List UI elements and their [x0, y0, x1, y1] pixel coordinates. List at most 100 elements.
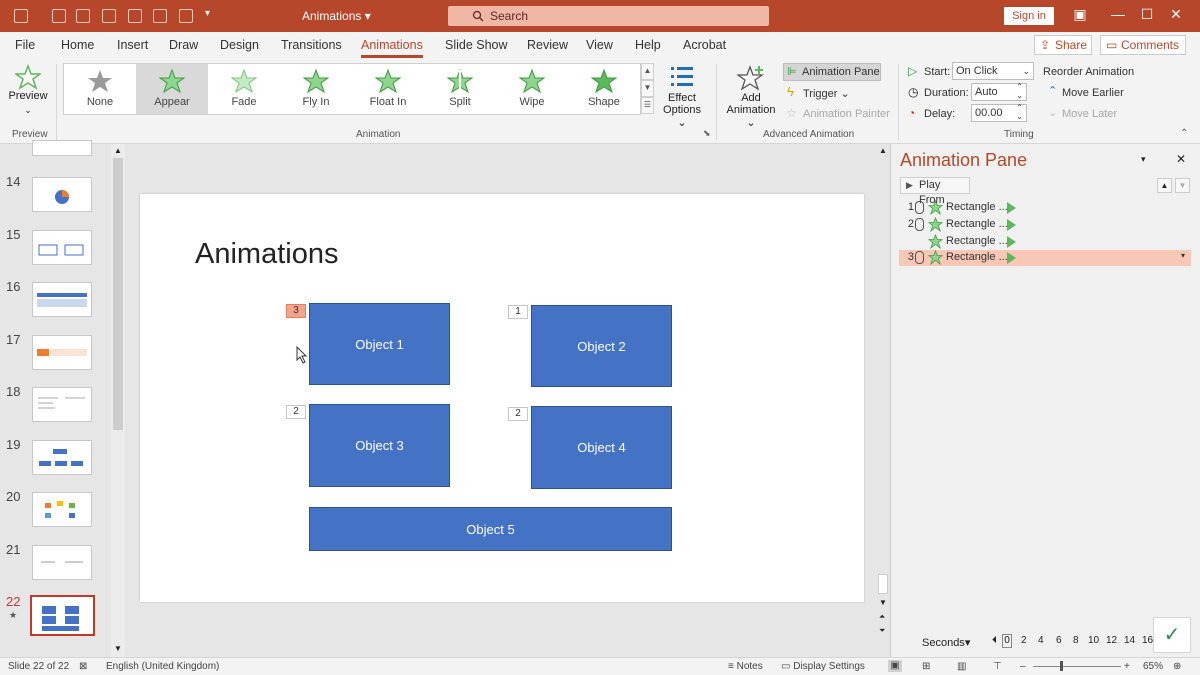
animation-item[interactable]: 1 Rectangle ... — [899, 200, 1191, 216]
quick-access-icon[interactable] — [14, 9, 28, 23]
trigger-button[interactable]: Trigger ⌄ — [803, 87, 850, 100]
checkmark-icon[interactable]: ✓ — [1153, 617, 1191, 653]
move-up-icon[interactable]: ▲ — [1157, 178, 1172, 193]
slide-thumbnail[interactable] — [32, 282, 92, 317]
play-from-button[interactable]: ▶ Play From — [900, 177, 970, 206]
layout-icon[interactable] — [102, 9, 116, 23]
minimize-icon[interactable]: — — [1104, 6, 1132, 22]
zoom-slider[interactable] — [1033, 666, 1121, 667]
group-icon[interactable] — [153, 9, 167, 23]
scroll-down-icon[interactable]: ▼ — [114, 644, 122, 653]
search-box[interactable]: Search — [448, 6, 769, 26]
dialog-launcher-icon[interactable]: ⬊ — [703, 128, 711, 139]
zoom-level[interactable]: 65% — [1143, 661, 1163, 672]
tab-acrobat[interactable]: Acrobat — [683, 38, 726, 52]
tab-review[interactable]: Review — [527, 38, 568, 52]
object-5-shape[interactable]: Object 5 — [309, 507, 672, 551]
slide-thumbnail[interactable] — [32, 140, 92, 156]
effect-fly-in[interactable]: Fly In — [280, 64, 352, 114]
slide-thumbnail[interactable] — [32, 230, 92, 265]
slide-thumbnail[interactable] — [32, 440, 92, 475]
ribbon-display-icon[interactable]: ▣ — [1066, 6, 1094, 23]
animation-item[interactable]: Rectangle ... — [899, 234, 1191, 250]
gallery-scroll-up-icon[interactable]: ▲ — [641, 63, 654, 80]
slide-show-icon[interactable]: ⊤ — [993, 661, 1002, 672]
move-earlier-button[interactable]: Move Earlier — [1062, 87, 1124, 99]
share-button[interactable]: ⇪ Share — [1034, 35, 1092, 55]
arrange-icon[interactable] — [128, 9, 142, 23]
effect-none[interactable]: None — [64, 64, 136, 114]
comments-button[interactable]: ▭ Comments — [1100, 35, 1186, 55]
new-slide-icon[interactable] — [52, 9, 66, 23]
spellcheck-icon[interactable]: ⊠ — [79, 661, 87, 672]
animation-order-tag[interactable]: 1 — [508, 305, 528, 319]
tab-file[interactable]: File — [15, 38, 35, 52]
add-animation-button[interactable]: Add Animation ⌄ — [722, 64, 780, 129]
slide-thumbnail[interactable] — [32, 177, 92, 212]
object-3-shape[interactable]: Object 3 — [309, 404, 450, 487]
tab-help[interactable]: Help — [635, 38, 661, 52]
scroll-up-icon[interactable]: ▲ — [879, 146, 887, 155]
slide-thumbnail[interactable] — [32, 492, 92, 527]
tab-slide-show[interactable]: Slide Show — [445, 38, 508, 52]
tab-transitions[interactable]: Transitions — [281, 38, 342, 52]
effect-options-button[interactable]: Effect Options ⌄ — [660, 64, 704, 129]
timeline-left-icon[interactable]: ⏴ — [992, 635, 997, 646]
object-2-shape[interactable]: Object 2 — [531, 305, 672, 387]
tab-design[interactable]: Design — [220, 38, 259, 52]
spinner-icon[interactable]: ⌃ ⌄ — [1016, 82, 1023, 100]
previous-slide-icon[interactable]: ⏶ — [879, 612, 885, 622]
language-indicator[interactable]: English (United Kingdom) — [106, 661, 219, 672]
animation-item[interactable]: 2 Rectangle ... — [899, 217, 1191, 233]
zoom-slider-thumb[interactable] — [1060, 661, 1063, 671]
maximize-icon[interactable]: ☐ — [1133, 6, 1161, 23]
item-dropdown-icon[interactable]: ▾ — [1181, 251, 1185, 260]
spinner-icon[interactable]: ⌃ ⌄ — [1016, 103, 1023, 121]
customize-qat-icon[interactable]: ▾ — [205, 8, 210, 19]
thumbnail-scrollbar[interactable]: ▲ ▼ — [111, 144, 125, 657]
normal-view-icon[interactable]: ▣ — [888, 660, 902, 672]
animation-pane-button[interactable]: ⊫ Animation Pane — [783, 63, 881, 81]
reading-view-icon[interactable]: ▥ — [957, 661, 966, 672]
animation-order-tag[interactable]: 3 — [286, 304, 306, 318]
tab-animations[interactable]: Animations — [361, 38, 423, 58]
seconds-dropdown[interactable]: Seconds▾ — [922, 636, 970, 649]
effect-split[interactable]: Split — [424, 64, 496, 114]
animation-order-tag[interactable]: 2 — [286, 405, 306, 419]
slide-thumbnail[interactable] — [32, 387, 92, 422]
animation-order-tag[interactable]: 2 — [508, 407, 528, 421]
duplicate-icon[interactable] — [76, 9, 90, 23]
tab-insert[interactable]: Insert — [117, 38, 148, 52]
scroll-up-icon[interactable]: ▲ — [114, 146, 122, 155]
next-slide-icon[interactable]: ⏷ — [879, 626, 885, 636]
effect-fade[interactable]: Fade — [208, 64, 280, 114]
tab-home[interactable]: Home — [61, 38, 94, 52]
slide-thumbnail[interactable] — [32, 545, 92, 580]
scroll-thumb[interactable] — [878, 574, 888, 594]
object-1-shape[interactable]: Object 1 — [309, 303, 450, 385]
effect-float-in[interactable]: Float In — [352, 64, 424, 114]
sign-in-button[interactable]: Sign in — [1004, 7, 1054, 25]
scroll-thumb[interactable] — [113, 158, 123, 430]
window-title[interactable]: Animations ▾ — [302, 9, 371, 23]
effect-appear[interactable]: Appear — [136, 64, 208, 114]
preview-button[interactable]: Preview ⌄ — [6, 64, 50, 122]
close-pane-icon[interactable]: ✕ — [1176, 152, 1186, 166]
slide-thumbnail[interactable] — [32, 335, 92, 370]
gallery-expand-icon[interactable]: ☰ — [641, 97, 654, 114]
animation-item-selected[interactable]: 3 Rectangle ... ▾ — [899, 250, 1191, 266]
animation-painter-button[interactable]: Animation Painter — [803, 108, 890, 120]
slide-thumbnail-selected[interactable] — [30, 595, 95, 636]
move-down-icon[interactable]: ▼ — [1175, 178, 1190, 193]
start-select[interactable]: On Click ⌄ — [952, 62, 1034, 80]
zoom-in-icon[interactable]: + — [1124, 661, 1130, 672]
tab-draw[interactable]: Draw — [169, 38, 198, 52]
pane-options-icon[interactable]: ▾ — [1141, 154, 1146, 165]
effect-shape[interactable]: Shape — [568, 64, 640, 114]
scroll-down-icon[interactable]: ▼ — [879, 598, 887, 607]
collapse-ribbon-icon[interactable]: ⌃ — [1180, 128, 1188, 139]
notes-button[interactable]: ≡ Notes — [728, 661, 763, 672]
move-later-button[interactable]: Move Later — [1062, 108, 1117, 120]
zoom-out-icon[interactable]: – — [1020, 661, 1026, 672]
gallery-scroll-down-icon[interactable]: ▼ — [641, 80, 654, 97]
